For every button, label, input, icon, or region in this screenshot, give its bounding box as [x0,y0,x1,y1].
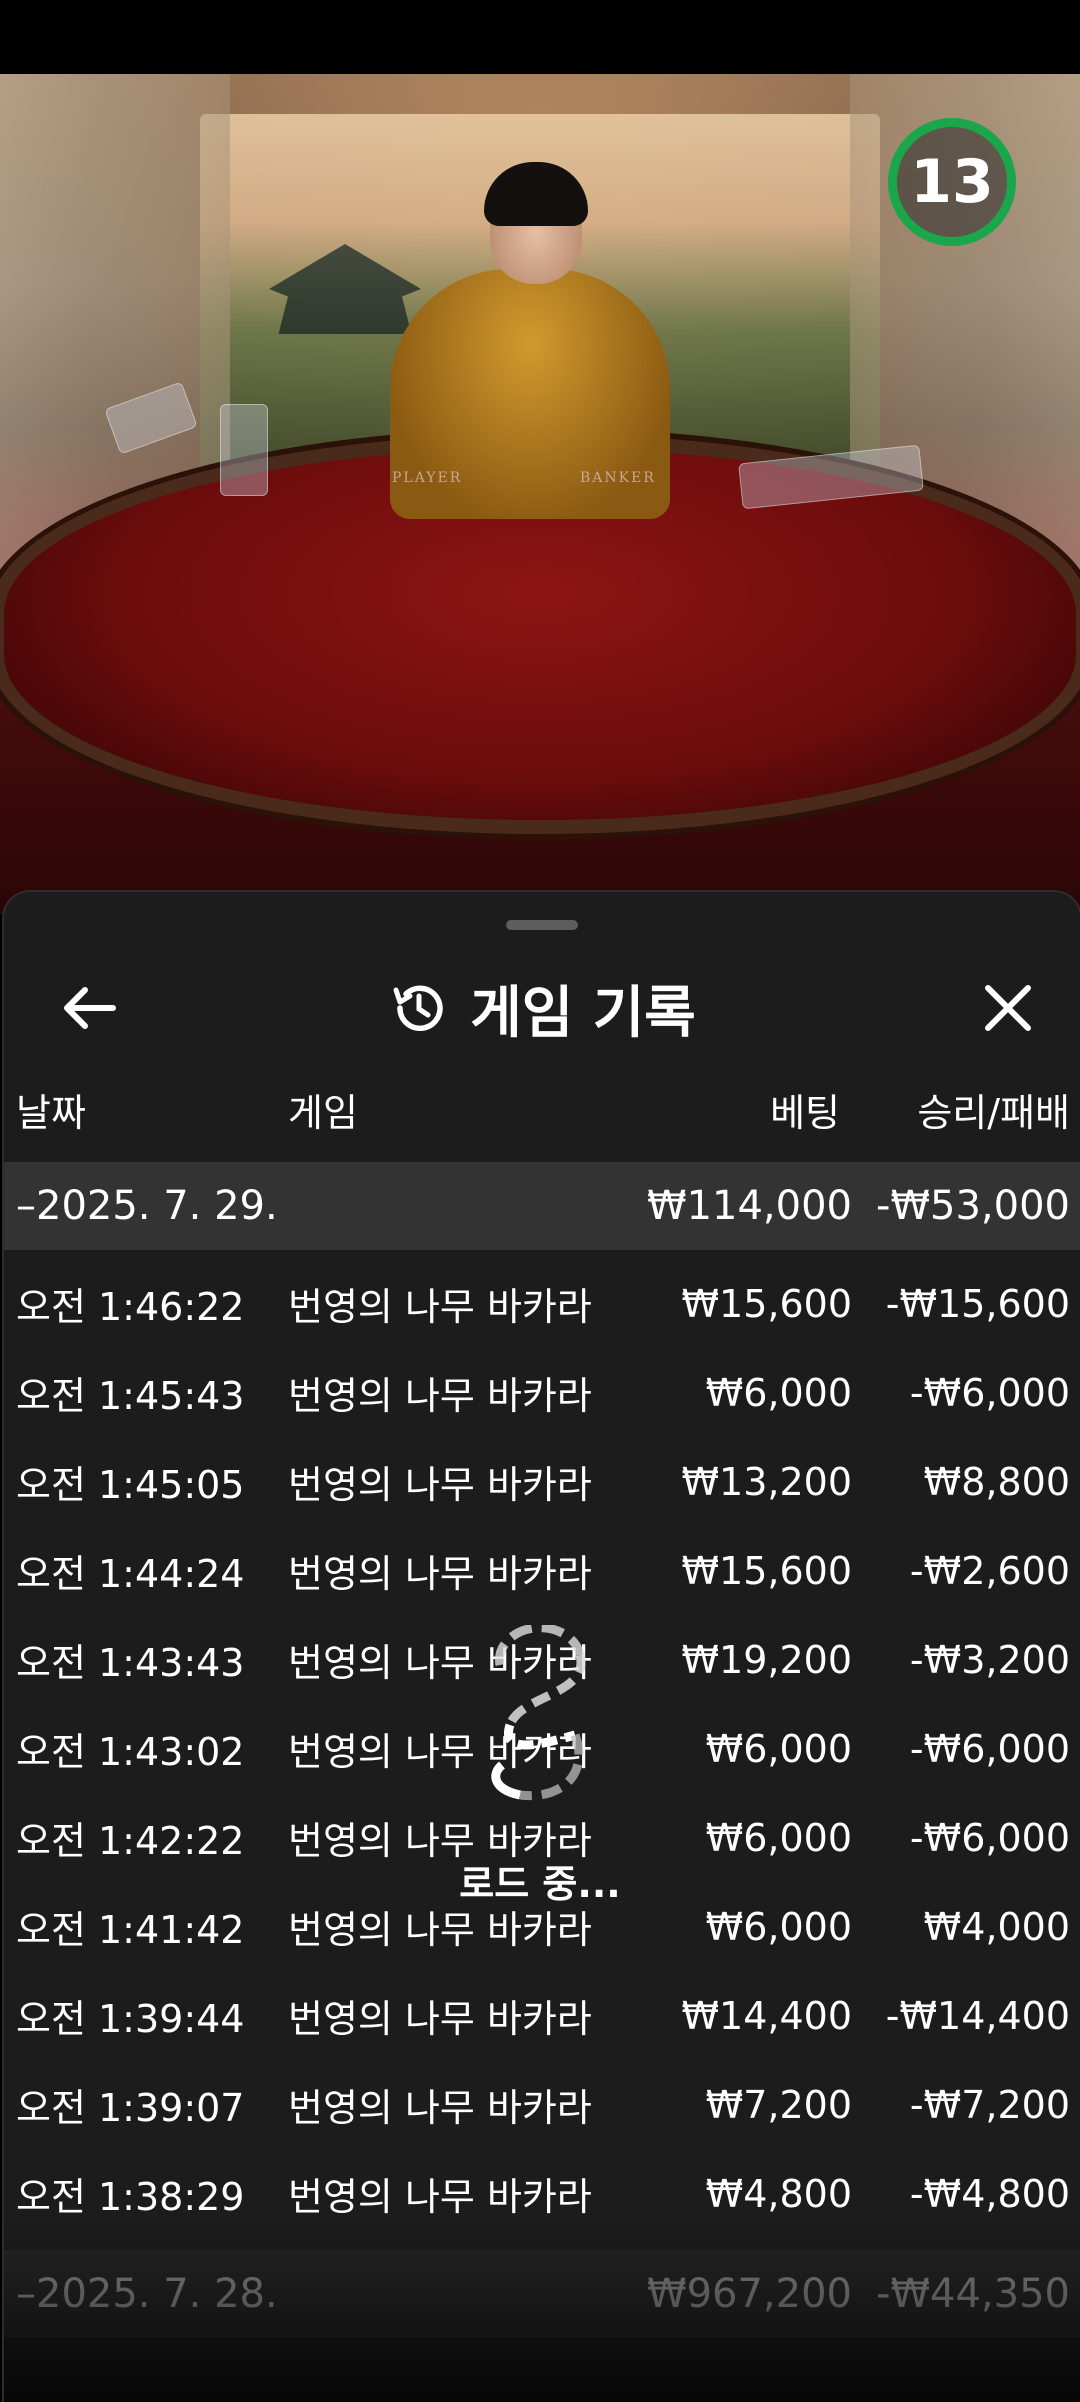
table-row[interactable]: 오전 1:46:22 번영의 나무 바카라 ₩15,600 -₩15,600 [4,1259,1080,1348]
close-x-icon [985,985,1031,1031]
row-winloss: -₩15,600 [885,1281,1070,1326]
row-game: 번영의 나무 바카라 [288,1285,592,1329]
row-winloss: -₩6,000 [909,1815,1070,1860]
row-time: 오전 1:41:42 [16,1908,245,1952]
date-group-header[interactable]: –2025. 7. 28. ₩967,200 -₩44,350 [4,2250,1080,2338]
row-bet: ₩14,400 [681,1993,852,2038]
row-winloss: -₩2,600 [909,1548,1070,1593]
row-bet: ₩15,600 [681,1548,852,1593]
row-time: 오전 1:39:44 [16,1997,245,2041]
table-row[interactable]: 오전 1:45:43 번영의 나무 바카라 ₩6,000 -₩6,000 [4,1348,1080,1437]
column-header-winloss: 승리/패배 [917,1091,1070,1135]
loading-text: 로드 중... [459,1862,621,1906]
column-header-game: 게임 [288,1091,358,1135]
column-header-date: 날짜 [16,1091,86,1135]
row-bet: ₩4,800 [705,2171,852,2216]
loading-indicator: 로드 중... [440,1625,640,1906]
row-game: 번영의 나무 바카라 [288,2175,592,2219]
row-game: 번영의 나무 바카라 [288,2086,592,2130]
row-bet: ₩6,000 [705,1726,852,1771]
table-row[interactable]: 오전 1:39:07 번영의 나무 바카라 ₩7,200 -₩7,200 [4,2060,1080,2149]
group-date: –2025. 7. 29. [16,1183,278,1229]
row-bet: ₩6,000 [705,1904,852,1949]
close-button[interactable] [972,972,1044,1044]
table-row[interactable]: 오전 1:39:44 번영의 나무 바카라 ₩14,400 -₩14,400 [4,1971,1080,2060]
row-bet: ₩6,000 [705,1370,852,1415]
row-time: 오전 1:38:29 [16,2175,245,2219]
drag-handle[interactable] [506,920,578,930]
banker-label: BANKER [580,470,656,486]
column-header-bet: 베팅 [770,1091,840,1135]
row-bet: ₩13,200 [681,1459,852,1504]
page-title: 게임 기록 [470,980,696,1046]
row-game: 번영의 나무 바카라 [288,1463,592,1507]
row-winloss: -₩4,800 [909,2171,1070,2216]
table-row[interactable]: 오전 1:45:05 번영의 나무 바카라 ₩13,200 ₩8,800 [4,1437,1080,1526]
timer-seconds: 13 [910,147,994,217]
row-bet: ₩15,600 [681,1281,852,1326]
row-time: 오전 1:44:24 [16,1552,245,1596]
row-game: 번영의 나무 바카라 [288,1552,592,1596]
row-time: 오전 1:39:07 [16,2086,245,2130]
table-row[interactable]: 오전 1:44:24 번영의 나무 바카라 ₩15,600 -₩2,600 [4,1526,1080,1615]
group-bet-total: ₩967,200 [647,2271,852,2317]
row-game: 번영의 나무 바카라 [288,1997,592,2041]
group-date: –2025. 7. 28. [16,2271,278,2317]
row-bet: ₩6,000 [705,1815,852,1860]
player-label: PLAYER [392,470,463,486]
group-bet-total: ₩114,000 [647,1183,852,1229]
row-winloss: -₩6,000 [909,1726,1070,1771]
row-time: 오전 1:45:05 [16,1463,245,1507]
row-bet: ₩19,200 [681,1637,852,1682]
row-winloss: ₩4,000 [923,1904,1070,1949]
group-winloss-total: -₩44,350 [876,2271,1070,2317]
row-time: 오전 1:46:22 [16,1285,245,1329]
row-time: 오전 1:42:22 [16,1819,245,1863]
group-winloss-total: -₩53,000 [876,1183,1070,1229]
sheet-header: 게임 기록 [4,952,1080,1052]
row-winloss: -₩7,200 [909,2082,1070,2127]
history-clock-icon [393,985,443,1031]
discard-tray [220,404,268,496]
row-bet: ₩7,200 [705,2082,852,2127]
row-winloss: -₩3,200 [909,1637,1070,1682]
row-time: 오전 1:45:43 [16,1374,245,1418]
title-group: 게임 기록 [4,972,1080,1046]
row-winloss: -₩6,000 [909,1370,1070,1415]
row-winloss: ₩8,800 [923,1459,1070,1504]
table-row[interactable]: 오전 1:38:29 번영의 나무 바카라 ₩4,800 -₩4,800 [4,2149,1080,2238]
row-time: 오전 1:43:02 [16,1730,245,1774]
date-group-header[interactable]: –2025. 7. 29. ₩114,000 -₩53,000 [4,1162,1080,1250]
round-timer: 13 [888,118,1016,246]
row-game: 번영의 나무 바카라 [288,1374,592,1418]
row-winloss: -₩14,400 [885,1993,1070,2038]
row-time: 오전 1:43:43 [16,1641,245,1685]
status-bar [0,0,1080,74]
loading-spinner-icon [491,1625,586,1801]
